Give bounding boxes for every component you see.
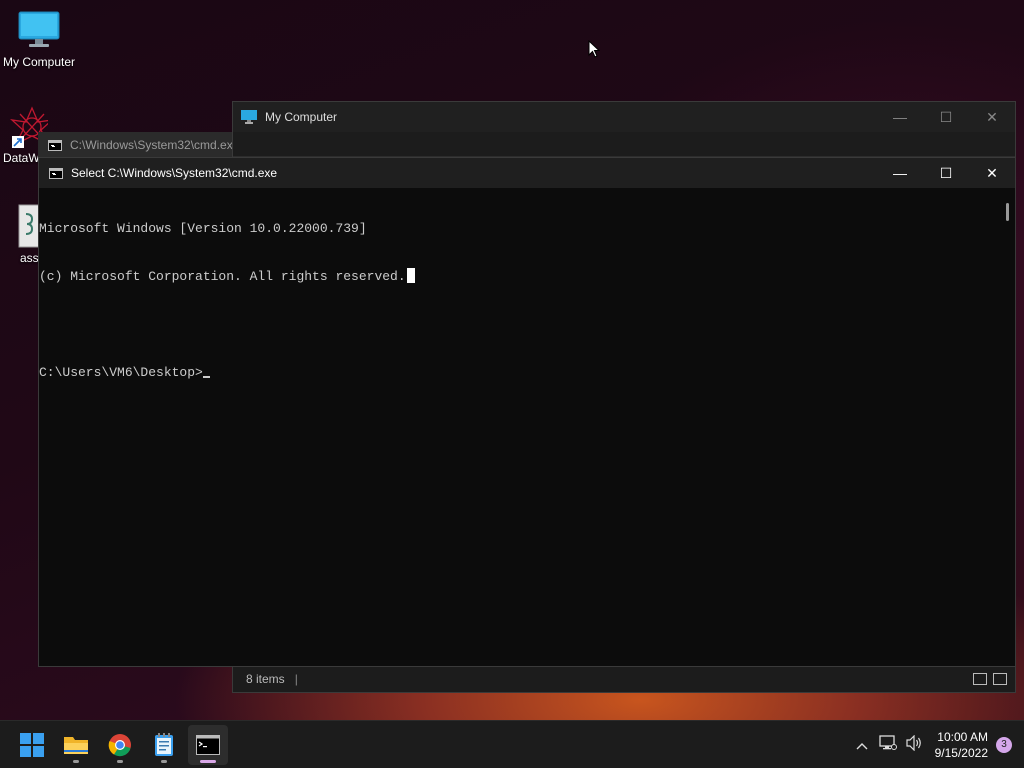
desktop-icon-ass[interactable]: ass. — [0, 204, 40, 265]
network-icon[interactable] — [875, 735, 901, 754]
console-line: Microsoft Windows [Version 10.0.22000.73… — [39, 221, 367, 236]
explorer-toolbar — [233, 132, 1015, 157]
minimize-icon: — — [893, 109, 907, 125]
taskbar-file-explorer[interactable] — [56, 725, 96, 765]
selection-cursor — [407, 268, 415, 283]
maximize-button[interactable]: ☐ — [923, 158, 969, 188]
window-titlebar[interactable]: My Computer — ☐ ✕ — [233, 102, 1015, 132]
window-titlebar[interactable]: Select C:\Windows\System32\cmd.exe — ☐ ✕ — [39, 158, 1015, 188]
status-bar: 8 items | — [233, 666, 1015, 692]
running-indicator — [117, 759, 123, 763]
console-output[interactable]: Microsoft Windows [Version 10.0.22000.73… — [39, 188, 1015, 413]
item-count: 8 items — [246, 672, 285, 686]
taskbar: 10:00 AM 9/15/2022 3 — [0, 720, 1024, 768]
desktop-icon-label: ass. — [20, 251, 40, 265]
window-title: My Computer — [265, 110, 338, 124]
close-button[interactable]: ✕ — [969, 158, 1015, 188]
desktop-icon-label: My Computer — [2, 55, 76, 69]
chrome-icon — [108, 733, 131, 756]
prompt-text: C:\Users\VM6\Desktop> — [39, 365, 203, 380]
terminal-icon — [196, 734, 220, 755]
minimize-button[interactable]: — — [877, 102, 923, 132]
terminal-icon — [49, 167, 63, 179]
scrollbar[interactable] — [1006, 203, 1009, 221]
taskbar-cmd[interactable] — [188, 724, 228, 765]
running-indicator — [161, 759, 167, 763]
taskbar-chrome[interactable] — [100, 725, 140, 765]
maximize-icon: ☐ — [939, 108, 953, 125]
minimize-button[interactable]: — — [877, 158, 923, 188]
volume-icon[interactable] — [901, 734, 927, 754]
running-indicator — [73, 759, 79, 763]
minimize-icon: — — [893, 165, 907, 181]
clock-date: 9/15/2022 — [934, 745, 988, 760]
window-title: Select C:\Windows\System32\cmd.exe — [71, 166, 278, 180]
folder-icon — [64, 736, 88, 754]
notification-badge[interactable]: 3 — [996, 736, 1012, 753]
clock-time: 10:00 AM — [937, 729, 988, 744]
maximize-button[interactable]: ☐ — [923, 102, 969, 132]
background-cmd-window[interactable]: C:\Windows\System32\cmd.ex — [38, 132, 232, 158]
monitor-icon — [18, 11, 60, 47]
start-button[interactable] — [12, 725, 52, 765]
text-caret — [202, 376, 210, 378]
chevron-up-icon[interactable] — [849, 737, 875, 753]
terminal-icon — [48, 139, 62, 151]
notepad-icon — [155, 732, 173, 756]
tiles-view-icon[interactable] — [993, 673, 1007, 685]
script-file-icon — [18, 204, 40, 248]
cmd-window: Select C:\Windows\System32\cmd.exe — ☐ ✕… — [38, 157, 1016, 667]
close-icon: ✕ — [986, 108, 998, 125]
mouse-pointer-icon — [588, 40, 600, 58]
close-button[interactable]: ✕ — [969, 102, 1015, 132]
clock[interactable]: 10:00 AM 9/15/2022 — [935, 729, 988, 761]
window-title: C:\Windows\System32\cmd.ex — [70, 138, 232, 152]
console-line: (c) Microsoft Corporation. All rights re… — [39, 269, 406, 284]
taskbar-notepad[interactable] — [144, 725, 184, 765]
monitor-icon — [241, 110, 257, 124]
active-indicator — [200, 759, 216, 763]
status-separator: | — [294, 672, 298, 686]
details-view-icon[interactable] — [973, 673, 987, 685]
windows-start-icon — [20, 732, 44, 757]
desktop-icon-my-computer[interactable]: My Computer — [0, 10, 78, 69]
system-tray: 10:00 AM 9/15/2022 3 — [849, 721, 1024, 768]
close-icon: ✕ — [986, 164, 998, 181]
maximize-icon: ☐ — [939, 164, 953, 181]
prompt-line: C:\Users\VM6\Desktop> — [39, 365, 1015, 381]
